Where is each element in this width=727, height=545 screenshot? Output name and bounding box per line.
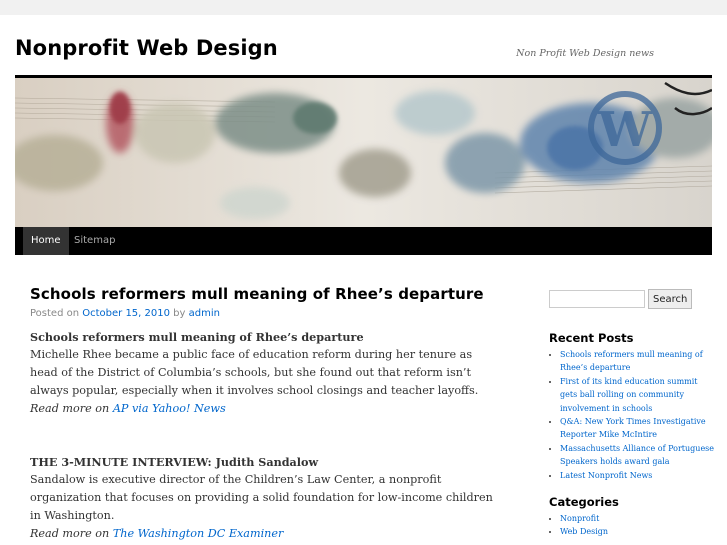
category-link[interactable]: Nonprofit [560,514,599,523]
article-heading: Schools reformers mull meaning of Rhee’s… [30,330,364,344]
recent-posts-title: Recent Posts [549,331,634,345]
recent-posts-widget: Recent Posts Schools reformers mull mean… [549,331,714,482]
list-item: Nonprofit [560,512,714,525]
post-body: Schools reformers mull meaning of Rhee’s… [30,328,500,543]
header-banner-image: W [15,78,712,227]
list-item: Schools reformers mull meaning of Rhee’s… [560,348,714,375]
article-heading: THE 3-MINUTE INTERVIEW: Judith Sandalow [30,455,319,469]
recent-post-link[interactable]: First of its kind education summit gets … [560,377,698,413]
search-form: Search [549,289,714,309]
categories-title: Categories [549,495,619,510]
nav-item-home[interactable]: Home [23,227,69,255]
list-item: Massachusetts Alliance of Portuguese Spe… [560,442,714,469]
source-link[interactable]: AP via Yahoo! News [113,402,226,415]
article-summary: Michelle Rhee became a public face of ed… [30,348,479,397]
category-link[interactable]: Web Design [560,527,608,536]
categories-widget: Categories Nonprofit Web Design [549,495,714,539]
post-meta: Posted on October 15, 2010 by admin [30,308,500,319]
recent-post-link[interactable]: Q&A: New York Times Investigative Report… [560,417,706,439]
site-title[interactable]: Nonprofit Web Design [15,36,278,60]
source-link[interactable]: The Washington DC Examiner [113,527,284,540]
search-button[interactable]: Search [648,289,693,309]
list-item: Latest Nonprofit News [560,469,714,482]
post-author-link[interactable]: admin [189,308,220,319]
post-content: Schools reformers mull meaning of Rhee’s… [30,285,500,543]
page-wrapper: Nonprofit Web Design Non Profit Web Desi… [0,15,727,545]
meta-by: by [173,308,186,319]
post-title[interactable]: Schools reformers mull meaning of Rhee’s… [30,285,500,303]
recent-post-link[interactable]: Latest Nonprofit News [560,471,652,480]
list-item: Q&A: New York Times Investigative Report… [560,415,714,442]
list-item: First of its kind education summit gets … [560,375,714,415]
recent-post-link[interactable]: Schools reformers mull meaning of Rhee’s… [560,350,703,372]
recent-post-link[interactable]: Massachusetts Alliance of Portuguese Spe… [560,444,714,466]
sidebar: Search Recent Posts Schools reformers mu… [549,289,714,539]
read-more-label: Read more on [30,527,110,540]
list-item: Web Design [560,525,714,538]
svg-text:W: W [597,102,653,158]
post-date-link[interactable]: October 15, 2010 [82,308,170,319]
nav-item-sitemap[interactable]: Sitemap [66,227,123,255]
article-summary: Sandalow is executive director of the Ch… [30,473,493,522]
meta-prefix: Posted on [30,308,80,319]
main-navigation: Home Sitemap [15,227,712,255]
site-description: Non Profit Web Design news [516,48,654,59]
search-input[interactable] [549,290,645,308]
read-more-label: Read more on [30,402,110,415]
